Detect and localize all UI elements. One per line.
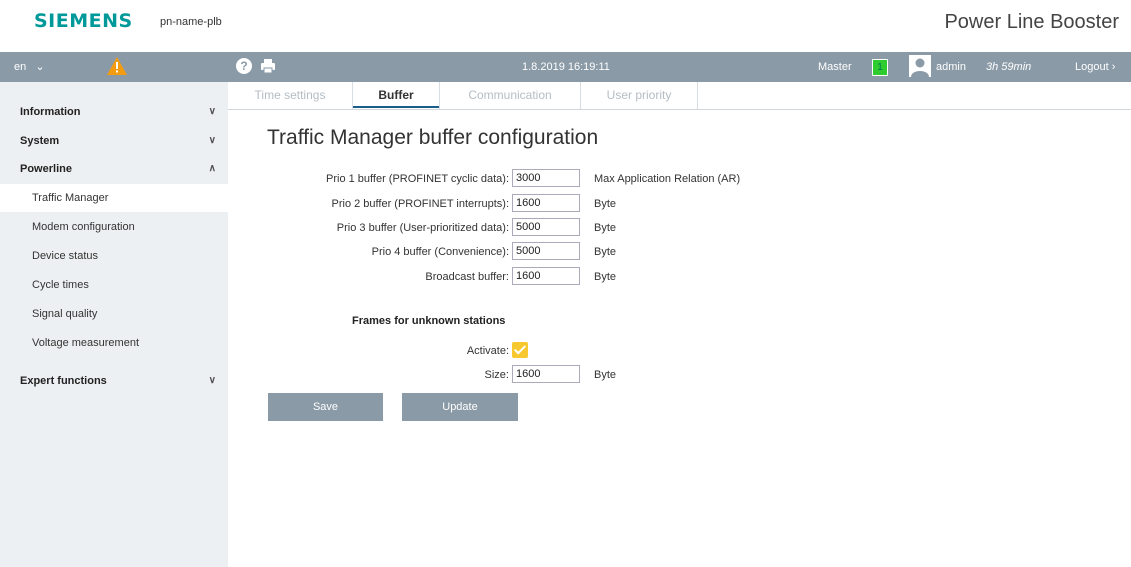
chevron-down-icon: ∨ [208,135,216,146]
unknown-stations-heading: Frames for unknown stations [352,315,506,327]
broadcast-unit: Byte [594,271,617,283]
activate-checkbox[interactable] [512,342,528,358]
prio3-label: Prio 3 buffer (User-prioritized data): [336,222,509,234]
prio4-unit: Byte [594,246,617,258]
tab-user-priority[interactable]: User priority [581,88,697,102]
sidebar-item-system[interactable]: System ∨ [20,135,216,147]
print-icon[interactable] [260,58,276,77]
sidebar-item-label: Powerline [20,163,72,175]
save-button[interactable]: Save [268,393,383,421]
tab-divider [697,82,698,109]
sidebar-item-signal-quality[interactable]: Signal quality [0,300,228,328]
size-unit: Byte [594,369,617,381]
chevron-down-icon: ∨ [208,106,216,117]
sidebar-item-expert-functions[interactable]: Expert functions ∨ [20,375,216,387]
master-status-badge: 1 [872,59,888,76]
help-icon[interactable]: ? [236,58,252,74]
sidebar-item-traffic-manager[interactable]: Traffic Manager [0,184,228,212]
size-input[interactable] [512,365,580,383]
prio1-label: Prio 1 buffer (PROFINET cyclic data): [326,173,509,185]
siemens-logo: SIEMENS [34,10,133,32]
prio4-label: Prio 4 buffer (Convenience): [371,246,509,258]
warning-icon[interactable] [106,56,128,79]
sidebar-item-label: System [20,135,60,147]
sidebar-item-information[interactable]: Information ∨ [20,106,216,118]
size-label: Size: [484,369,509,381]
device-name: pn-name-plb [160,16,222,28]
sidebar-item-modem-configuration[interactable]: Modem configuration [0,213,228,241]
language-selector[interactable]: en ⌄ [14,60,45,73]
prio1-unit: Max Application Relation (AR) [594,173,741,185]
chevron-up-icon: ∧ [208,163,216,174]
sidebar-item-label: Modem configuration [32,221,135,233]
chevron-down-icon: ∨ [208,375,216,386]
tab-time-settings[interactable]: Time settings [228,88,352,102]
logout-button[interactable]: Logout › [1075,61,1115,73]
prio3-input[interactable] [512,218,580,236]
sidebar-item-label: Traffic Manager [32,192,109,204]
prio2-input[interactable] [512,194,580,212]
product-title: Power Line Booster [944,11,1119,33]
sidebar-item-cycle-times[interactable]: Cycle times [0,271,228,299]
prio4-input[interactable] [512,242,580,260]
prio2-label: Prio 2 buffer (PROFINET interrupts): [331,198,509,210]
chevron-down-icon: ⌄ [35,61,45,73]
tab-communication[interactable]: Communication [440,88,580,102]
prio1-input[interactable] [512,169,580,187]
role-label: Master [818,61,852,73]
broadcast-label: Broadcast buffer: [425,271,509,283]
sidebar: Information ∨ System ∨ Powerline ∧ Traff… [0,82,228,567]
prio3-unit: Byte [594,222,617,234]
top-navbar: en ⌄ ? 1.8.2019 16:19:11 Master 1 admin … [0,52,1131,82]
app-header: SIEMENS pn-name-plb Power Line Booster [0,0,1131,48]
datetime-display: 1.8.2019 16:19:11 [522,61,610,73]
sidebar-item-label: Device status [32,250,99,262]
update-button[interactable]: Update [402,393,518,421]
session-timer: 3h 59min [986,61,1032,73]
active-tab-indicator [353,106,439,108]
username: admin [936,61,966,73]
page-title: Traffic Manager buffer configuration [267,126,599,149]
broadcast-input[interactable] [512,267,580,285]
sidebar-item-powerline[interactable]: Powerline ∧ [20,163,216,175]
sidebar-item-label: Voltage measurement [32,337,140,349]
sidebar-item-label: Signal quality [32,308,98,320]
language-value: en [14,61,27,73]
sidebar-item-voltage-measurement[interactable]: Voltage measurement [0,329,228,357]
tab-buffer[interactable]: Buffer [353,88,439,102]
sidebar-item-label: Information [20,106,81,118]
sidebar-item-label: Expert functions [20,375,107,387]
user-avatar-icon [909,55,931,80]
activate-label: Activate: [466,345,509,357]
prio2-unit: Byte [594,198,617,210]
sidebar-item-device-status[interactable]: Device status [0,242,228,270]
sidebar-item-label: Cycle times [32,279,89,291]
